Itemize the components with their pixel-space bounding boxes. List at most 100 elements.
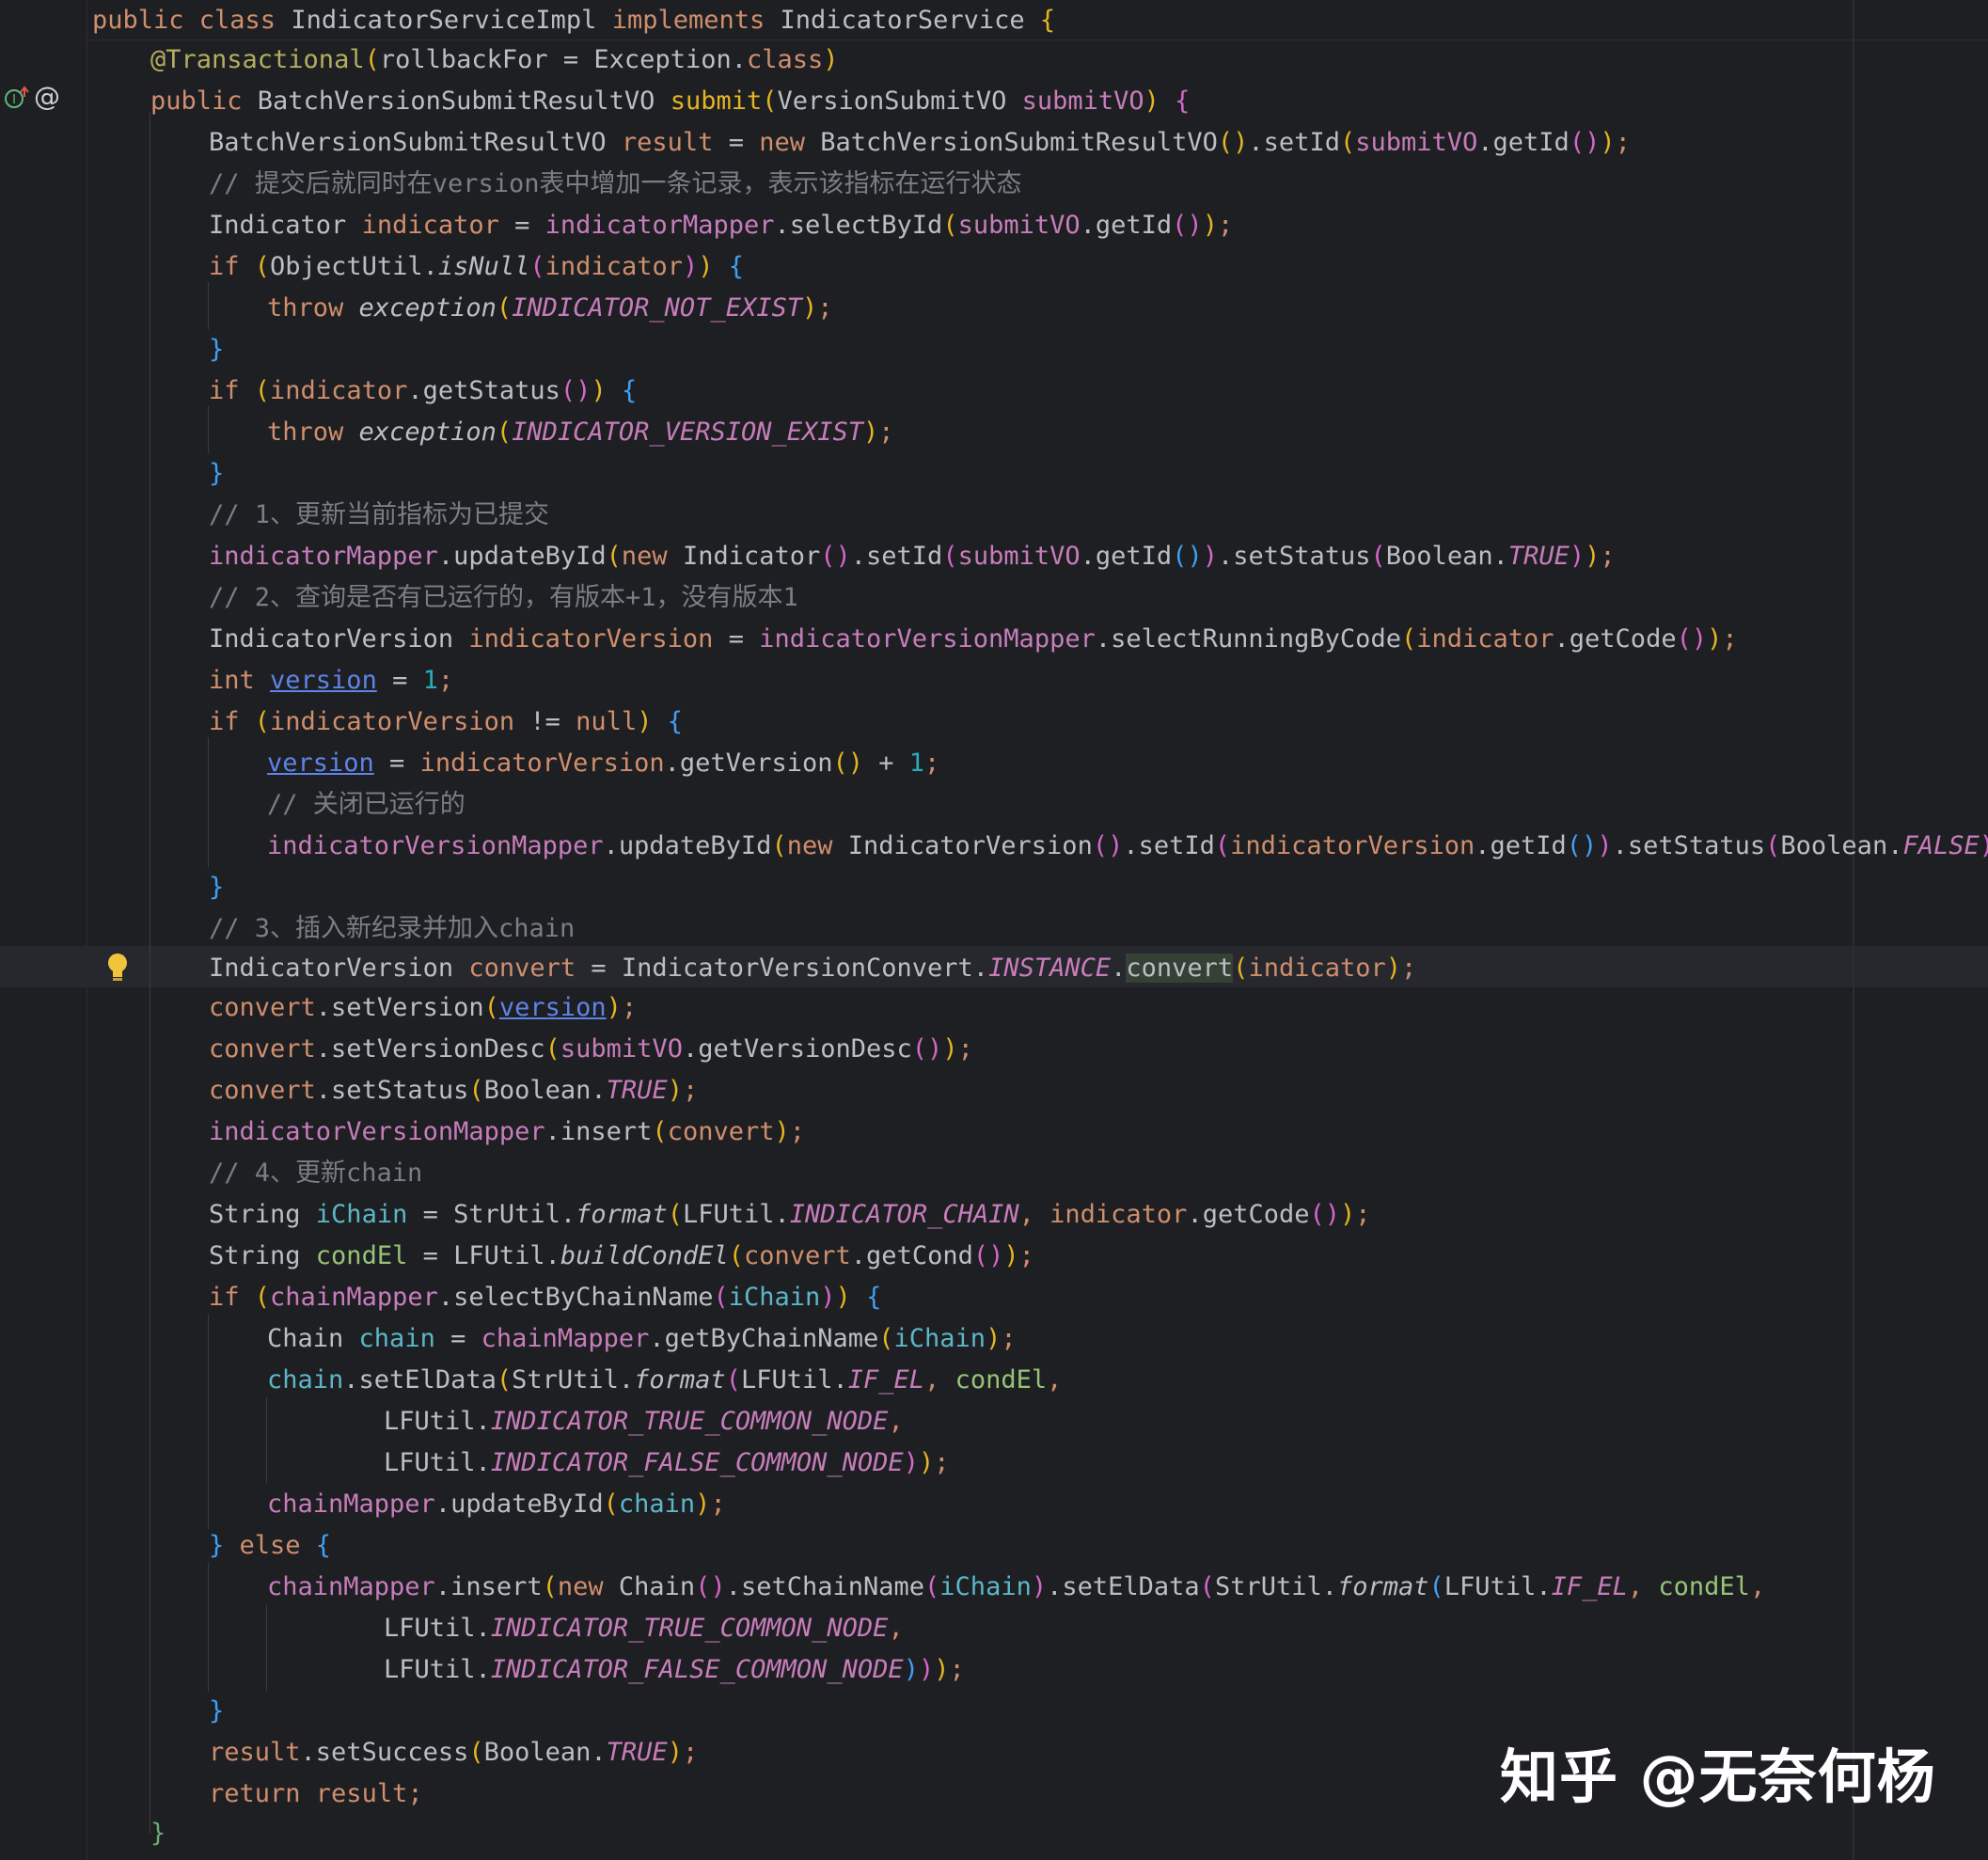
code-line[interactable]: public BatchVersionSubmitResultVO submit… <box>150 81 1190 122</box>
code-token: .setId <box>1123 831 1215 860</box>
code-token: indicatorVersion <box>270 707 515 736</box>
code-token: () <box>911 1034 943 1064</box>
code-token: ; <box>1722 624 1738 654</box>
code-line[interactable]: LFUtil.INDICATOR_FALSE_COMMON_NODE))); <box>384 1649 965 1691</box>
code-line[interactable]: int version = 1; <box>209 660 453 701</box>
code-token: Indicator <box>209 211 362 240</box>
code-line[interactable]: String iChain = StrUtil.format(LFUtil.IN… <box>209 1194 1371 1236</box>
code-token: ) <box>1597 831 1613 860</box>
lightbulb-icon[interactable] <box>105 952 130 984</box>
code-token: ) <box>942 1034 958 1064</box>
code-line[interactable]: if (chainMapper.selectByChainName(iChain… <box>209 1277 881 1318</box>
code-line[interactable]: // 3、插入新纪录并加入chain <box>209 908 575 950</box>
code-line[interactable]: // 提交后就同时在version表中增加一条记录，表示该指标在运行状态 <box>209 164 1022 205</box>
code-token: version <box>270 666 377 695</box>
code-line[interactable]: LFUtil.INDICATOR_FALSE_COMMON_NODE)); <box>384 1442 950 1484</box>
code-line[interactable]: if (ObjectUtil.isNull(indicator)) { <box>209 246 744 288</box>
code-line[interactable]: String condEl = LFUtil.buildCondEl(conve… <box>209 1236 1034 1277</box>
code-token: ; <box>789 1117 806 1146</box>
code-token: condEl <box>315 1241 408 1270</box>
code-token: LFUtil. <box>384 1614 491 1643</box>
code-token: ) <box>1003 1241 1019 1270</box>
code-token: INDICATOR_NOT_EXIST <box>512 293 802 323</box>
code-token: ) <box>863 418 879 447</box>
code-token: ( <box>1214 831 1231 860</box>
code-token: result <box>315 1779 408 1808</box>
code-line[interactable]: convert.setStatus(Boolean.TRUE); <box>209 1070 698 1111</box>
code-token: , <box>1627 1572 1659 1601</box>
code-line[interactable]: } <box>150 1813 166 1854</box>
code-token: ( <box>468 1076 484 1105</box>
code-token: INDICATOR_TRUE_COMMON_NODE <box>490 1614 889 1643</box>
code-editor[interactable]: I @ public class IndicatorServiceImpl im… <box>0 0 1988 1860</box>
code-line[interactable]: indicatorVersionMapper.updateById(new In… <box>267 826 1988 867</box>
code-line[interactable]: // 2、查询是否有已运行的，有版本+1，没有版本1 <box>209 577 798 619</box>
code-token: indicatorMapper <box>544 211 775 240</box>
code-token: ) <box>774 1117 790 1146</box>
code-line[interactable]: throw exception(INDICATOR_VERSION_EXIST)… <box>267 412 894 453</box>
code-token: implements <box>611 6 781 35</box>
code-line[interactable]: convert.setVersionDesc(submitVO.getVersi… <box>209 1029 973 1070</box>
code-line[interactable]: } else { <box>209 1525 331 1567</box>
code-token: ; <box>1401 954 1417 983</box>
code-token: ) <box>1202 542 1218 571</box>
code-line[interactable]: if (indicatorVersion != null) { <box>209 701 683 743</box>
code-line[interactable]: return result; <box>209 1773 423 1815</box>
code-token: ) <box>591 376 622 405</box>
code-token: ) <box>1031 1572 1048 1601</box>
indent-guide <box>208 737 209 867</box>
code-line[interactable]: throw exception(INDICATOR_NOT_EXIST); <box>267 288 833 329</box>
code-line[interactable]: IndicatorVersion indicatorVersion = indi… <box>209 619 1738 660</box>
code-line[interactable]: } <box>209 329 224 370</box>
code-line[interactable]: } <box>209 1691 224 1732</box>
code-line[interactable]: LFUtil.INDICATOR_TRUE_COMMON_NODE, <box>384 1401 904 1442</box>
code-line[interactable]: indicatorVersionMapper.insert(convert); <box>209 1111 805 1153</box>
code-line[interactable]: @Transactional(rollbackFor = Exception.c… <box>150 39 839 81</box>
code-token: IndicatorVersion <box>209 954 469 983</box>
code-token: Boolean. <box>483 1738 607 1767</box>
code-line[interactable]: LFUtil.INDICATOR_TRUE_COMMON_NODE, <box>384 1608 904 1649</box>
code-token: // 4、更新chain <box>209 1159 423 1188</box>
code-token: submitVO <box>1355 128 1478 157</box>
code-token: ; <box>1355 1200 1371 1229</box>
code-line[interactable]: // 1、更新当前指标为已提交 <box>209 495 549 536</box>
code-token: ( <box>606 542 622 571</box>
code-line[interactable]: indicatorMapper.updateById(new Indicator… <box>209 536 1616 577</box>
code-line[interactable]: convert.setVersion(version); <box>209 987 637 1029</box>
code-line[interactable]: Chain chain = chainMapper.getByChainName… <box>267 1318 1017 1360</box>
code-line[interactable]: IndicatorVersion convert = IndicatorVers… <box>209 948 1416 989</box>
code-line[interactable]: Indicator indicator = indicatorMapper.se… <box>209 205 1233 246</box>
code-token: ( <box>544 1034 560 1064</box>
code-token: ) <box>606 993 622 1022</box>
code-token: ) <box>918 1655 935 1684</box>
code-line[interactable]: chainMapper.updateById(chain); <box>267 1484 726 1525</box>
code-token: VersionSubmitVO <box>777 87 1022 116</box>
code-line[interactable]: version = indicatorVersion.getVersion() … <box>267 743 939 784</box>
code-token: ( <box>667 1200 683 1229</box>
code-token: .getVersion <box>664 749 833 778</box>
code-token: = <box>498 211 545 240</box>
code-token: new <box>621 542 683 571</box>
code-token: ( <box>254 252 271 281</box>
implements-method-icon[interactable]: I <box>4 85 30 111</box>
editor-gutter[interactable] <box>0 0 87 1860</box>
code-token: throw <box>267 418 359 447</box>
code-token: ( <box>942 542 958 571</box>
code-line[interactable]: chainMapper.insert(new Chain().setChainN… <box>267 1567 1765 1608</box>
code-line[interactable]: result.setSuccess(Boolean.TRUE); <box>209 1732 698 1773</box>
code-line[interactable]: chain.setElData(StrUtil.format(LFUtil.IF… <box>267 1360 1062 1401</box>
code-token: // 3、插入新纪录并加入chain <box>209 914 576 943</box>
code-token: if <box>209 1283 255 1312</box>
code-token: LFUtil. <box>1444 1572 1552 1601</box>
code-token: int <box>209 666 271 695</box>
code-line[interactable]: BatchVersionSubmitResultVO result = new … <box>209 122 1631 164</box>
code-line[interactable]: // 4、更新chain <box>209 1153 422 1194</box>
code-token: { <box>866 1283 882 1312</box>
code-token: .getCode <box>1187 1200 1310 1229</box>
code-line[interactable]: public class IndicatorServiceImpl implem… <box>92 0 1055 41</box>
code-line[interactable]: } <box>209 867 224 908</box>
code-line[interactable]: if (indicator.getStatus()) { <box>209 370 637 412</box>
code-line[interactable]: // 关闭已运行的 <box>267 784 465 826</box>
annotation-icon[interactable]: @ <box>34 83 62 111</box>
code-line[interactable]: } <box>209 453 224 495</box>
